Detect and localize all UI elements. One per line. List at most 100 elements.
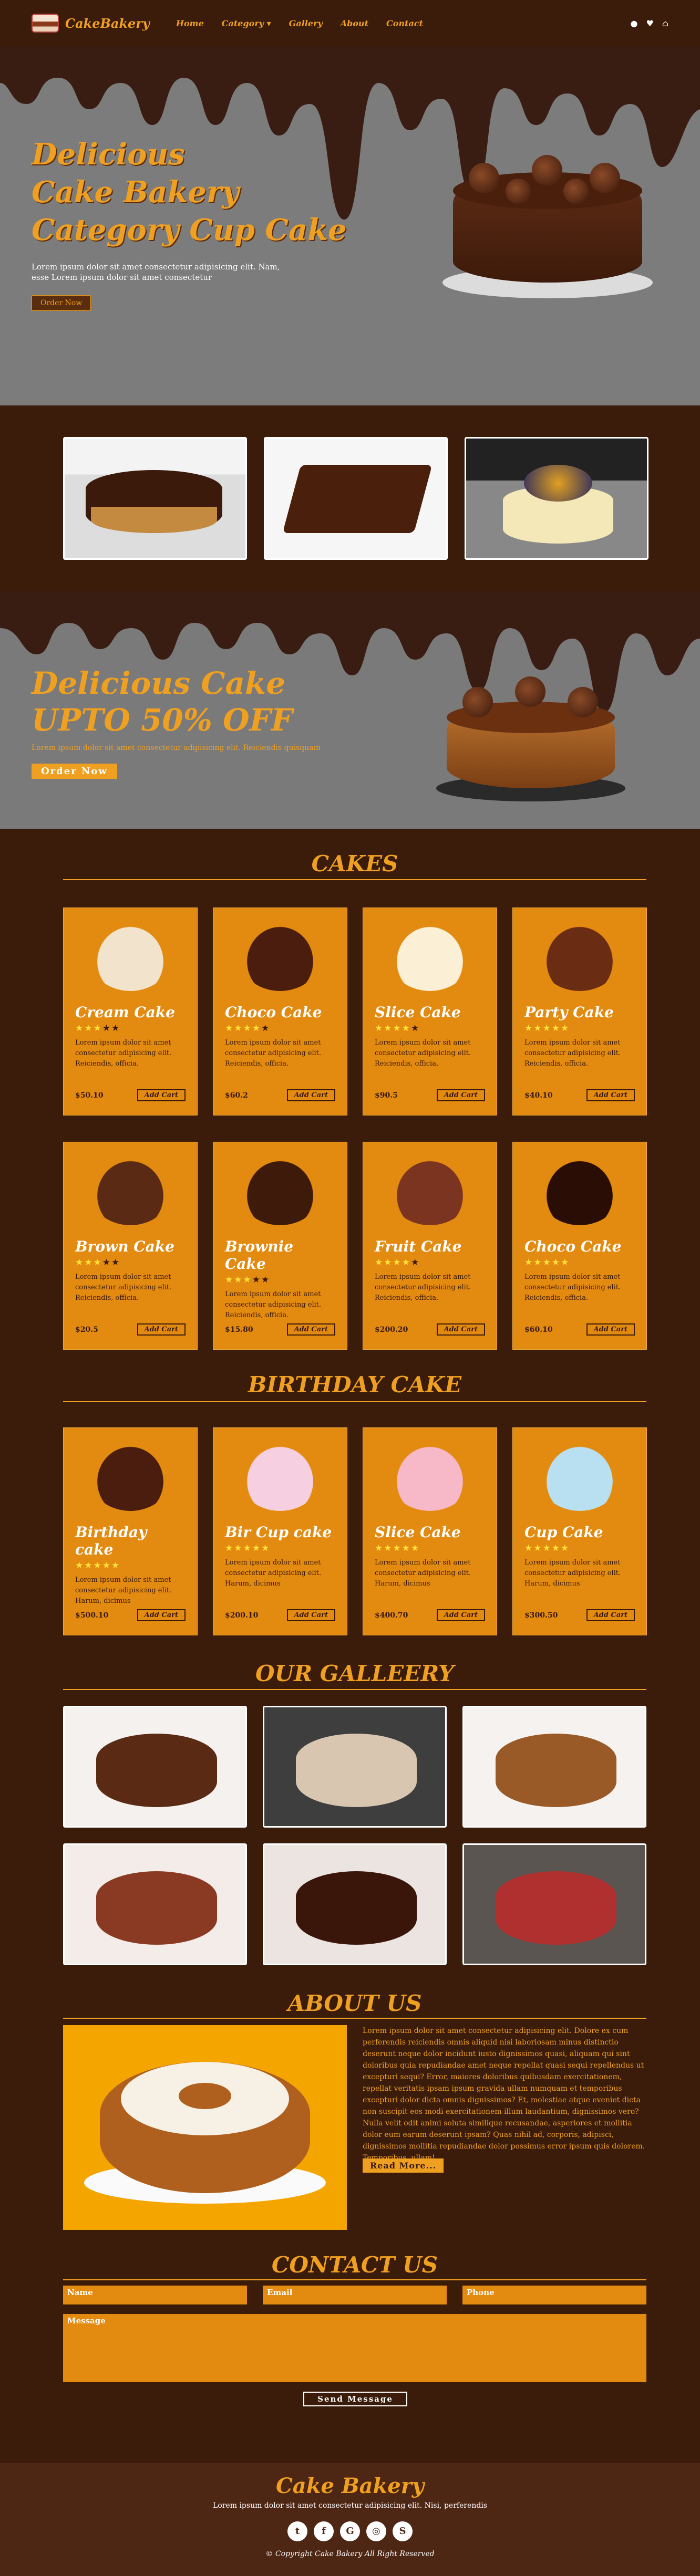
product-card[interactable]: Birthday cake ★★★★★ Lorem ipsum dolor si… — [63, 1427, 198, 1635]
product-image — [388, 1152, 472, 1225]
contact-email-field[interactable]: Email — [263, 2286, 447, 2304]
promo-cake-image — [431, 670, 631, 801]
nav-item-category[interactable]: Category ▾ — [222, 18, 271, 28]
thumb-fruit-cheesecake[interactable] — [465, 437, 648, 560]
hero-title-line1: Delicious — [32, 137, 185, 172]
gallery-muffins[interactable] — [462, 1706, 646, 1828]
add-cart-button[interactable]: Add Cart — [137, 1609, 186, 1621]
gallery-donuts[interactable] — [63, 1706, 247, 1828]
star-icon: ★ — [561, 1543, 570, 1553]
promo-order-button[interactable]: Order Now — [32, 764, 117, 779]
star-icon: ★ — [542, 1543, 552, 1553]
product-card[interactable]: Brown Cake ★★★★★ Lorem ipsum dolor sit a… — [63, 1142, 198, 1350]
send-message-button[interactable]: Send Message — [303, 2392, 407, 2406]
facebook-icon[interactable]: f — [314, 2521, 334, 2541]
footer-subtitle: Lorem ipsum dolor sit amet consectetur a… — [213, 2501, 487, 2510]
add-cart-button[interactable]: Add Cart — [137, 1323, 186, 1336]
star-icon: ★ — [243, 1023, 252, 1034]
product-card[interactable]: Brownie Cake ★★★★★ Lorem ipsum dolor sit… — [213, 1142, 347, 1350]
promo-offer: UPTO 50% OFF — [32, 702, 293, 738]
nav-item-about[interactable]: About — [341, 18, 368, 28]
promo-banner: Delicious Cake UPTO 50% OFF Lorem ipsum … — [0, 591, 700, 829]
product-description: Lorem ipsum dolor sit amet consectetur a… — [375, 1039, 471, 1068]
add-cart-button[interactable]: Add Cart — [286, 1323, 335, 1336]
hero-order-button[interactable]: Order Now — [32, 295, 91, 311]
product-card[interactable]: Fruit Cake ★★★★★ Lorem ipsum dolor sit a… — [363, 1142, 497, 1350]
star-icon: ★ — [375, 1543, 384, 1553]
brand-logo[interactable]: CakeBakery — [32, 14, 150, 33]
thumb-chocolate-cake[interactable] — [63, 437, 247, 560]
contact-phone-field[interactable]: Phone — [462, 2286, 646, 2304]
star-icon: ★ — [561, 1257, 570, 1268]
add-cart-button[interactable]: Add Cart — [137, 1089, 186, 1101]
add-cart-button[interactable]: Add Cart — [586, 1609, 635, 1621]
product-card[interactable]: Party Cake ★★★★★ Lorem ipsum dolor sit a… — [512, 908, 647, 1115]
cart-icon[interactable]: ⌂ — [662, 18, 668, 28]
twitter-icon[interactable]: t — [287, 2521, 307, 2541]
product-rating: ★★★★★ — [375, 1257, 485, 1268]
star-icon: ★ — [234, 1275, 243, 1285]
product-name: Choco Cake — [225, 1004, 322, 1021]
product-name: Fruit Cake — [375, 1238, 462, 1255]
star-icon: ★ — [524, 1023, 534, 1034]
product-price: $60.10 — [524, 1325, 553, 1334]
add-cart-button[interactable]: Add Cart — [586, 1089, 635, 1101]
star-icon: ★ — [225, 1275, 234, 1285]
star-icon: ★ — [402, 1543, 411, 1553]
nav-item-contact[interactable]: Contact — [386, 18, 423, 28]
product-card[interactable]: Cup Cake ★★★★★ Lorem ipsum dolor sit ame… — [512, 1427, 647, 1635]
product-name: Slice Cake — [375, 1004, 461, 1021]
add-cart-button[interactable]: Add Cart — [286, 1089, 335, 1101]
star-icon: ★ — [533, 1023, 543, 1034]
product-description: Lorem ipsum dolor sit amet consectetur a… — [75, 1039, 172, 1068]
product-image — [88, 917, 172, 991]
read-more-button[interactable]: Read More... — [363, 2158, 444, 2173]
add-cart-button[interactable]: Add Cart — [586, 1323, 635, 1336]
hero-title-line3: Category Cup Cake — [32, 213, 347, 247]
star-icon: ★ — [243, 1543, 252, 1553]
user-icon[interactable]: ● — [630, 18, 637, 28]
product-card[interactable]: Slice Cake ★★★★★ Lorem ipsum dolor sit a… — [363, 1427, 497, 1635]
thumb-brownie-drizzle[interactable] — [264, 437, 448, 560]
nav-item-gallery[interactable]: Gallery — [289, 18, 323, 28]
star-icon: ★ — [93, 1023, 102, 1034]
product-rating: ★★★★★ — [524, 1257, 635, 1268]
add-cart-button[interactable]: Add Cart — [436, 1323, 485, 1336]
add-cart-button[interactable]: Add Cart — [436, 1609, 485, 1621]
google-icon[interactable]: G — [340, 2521, 360, 2541]
chevron-down-icon: ▾ — [266, 18, 271, 28]
star-icon: ★ — [551, 1023, 561, 1034]
star-icon: ★ — [384, 1257, 393, 1268]
product-image — [538, 1152, 622, 1225]
product-card[interactable]: Slice Cake ★★★★★ Lorem ipsum dolor sit a… — [363, 908, 497, 1115]
product-name: Brown Cake — [75, 1238, 174, 1255]
product-card[interactable]: Bir Cup cake ★★★★★ Lorem ipsum dolor sit… — [213, 1427, 347, 1635]
add-cart-button[interactable]: Add Cart — [436, 1089, 485, 1101]
gallery-chocolate-bundt[interactable] — [263, 1843, 447, 1965]
instagram-icon[interactable]: ◎ — [366, 2521, 386, 2541]
heart-icon[interactable]: ♥ — [646, 18, 653, 28]
nav-item-home[interactable]: Home — [176, 18, 204, 28]
gallery-dessert-cups[interactable] — [263, 1706, 447, 1828]
contact-message-field[interactable]: Message — [63, 2314, 646, 2382]
add-cart-button[interactable]: Add Cart — [286, 1609, 335, 1621]
product-card[interactable]: Cream Cake ★★★★★ Lorem ipsum dolor sit a… — [63, 908, 198, 1115]
product-card[interactable]: Choco Cake ★★★★★ Lorem ipsum dolor sit a… — [213, 908, 347, 1115]
product-image — [238, 917, 322, 991]
product-price: $90.5 — [375, 1091, 398, 1100]
promo-title-line1: Delicious Cake — [32, 665, 286, 701]
featured-thumbnails — [63, 437, 648, 560]
gallery-item-subject — [96, 1871, 217, 1945]
gallery-berry-cake[interactable] — [63, 1843, 247, 1965]
gallery-divider — [63, 1689, 646, 1690]
contact-name-field[interactable]: Name — [63, 2286, 247, 2304]
about-section-title: ABOUT US — [287, 1990, 422, 2016]
skype-icon[interactable]: S — [393, 2521, 413, 2541]
gallery-red-velvet-slice[interactable] — [462, 1843, 646, 1965]
product-description: Lorem ipsum dolor sit amet consectetur a… — [524, 1559, 621, 1588]
product-name: Cup Cake — [524, 1524, 603, 1541]
product-price: $400.70 — [375, 1611, 408, 1620]
product-card[interactable]: Choco Cake ★★★★★ Lorem ipsum dolor sit a… — [512, 1142, 647, 1350]
star-icon: ★ — [252, 1275, 261, 1285]
hero-banner: Delicious Cake Bakery Category Cup Cake … — [0, 46, 700, 405]
